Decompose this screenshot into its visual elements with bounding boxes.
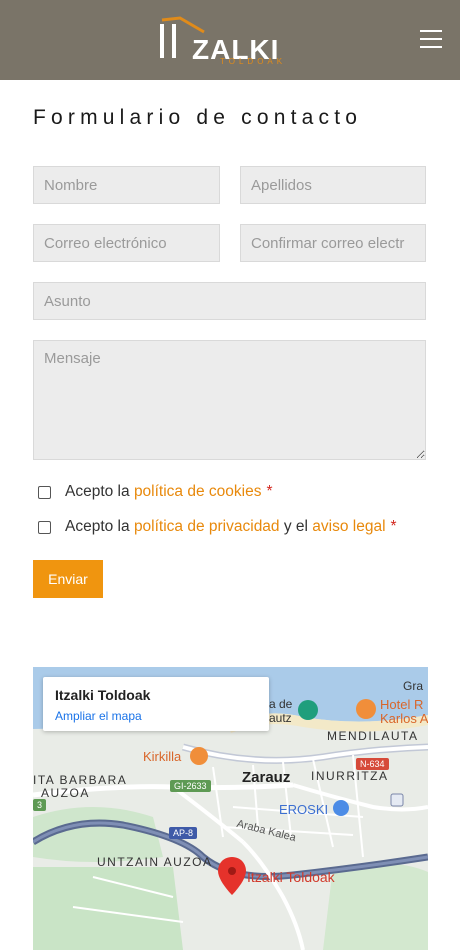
map-label-park: a de (269, 697, 293, 711)
map-label-mendilauta: MENDILAUTA (327, 729, 419, 743)
map-label-hotel: Hotel R (380, 697, 424, 712)
nombre-input[interactable] (33, 166, 220, 204)
map-label-park-2: autz (269, 711, 292, 725)
asunto-input[interactable] (33, 282, 426, 320)
map-label-santa-barbara: ITA BARBARA (33, 773, 128, 787)
email-input[interactable] (33, 224, 220, 262)
logo-subtext: TOLDOAK (220, 57, 287, 66)
map-label-town: Zarauz (242, 769, 291, 786)
privacy-consent-prefix: Acepto la (65, 518, 134, 535)
cookies-checkbox[interactable] (38, 485, 51, 499)
road-shield-ap: AP-8 (169, 827, 198, 839)
legal-notice-link[interactable]: aviso legal (312, 518, 385, 535)
enlarge-map-link[interactable]: Ampliar el mapa (55, 709, 257, 723)
restaurant-icon (190, 747, 208, 765)
map-label-gra: Gra (403, 679, 424, 693)
map-label-untzain: UNTZAIN AUZOA (97, 855, 213, 869)
map-label-inurritza: INURRITZA (311, 769, 389, 783)
required-marker: * (266, 483, 273, 500)
hotel-icon (356, 699, 376, 719)
map-label-auzoa: AUZOA (41, 786, 90, 800)
cookies-consent-prefix: Acepto la (65, 483, 134, 500)
site-header: ZALKI TOLDOAK (0, 0, 460, 80)
map-place-label[interactable]: Itzalki Toldoak (247, 869, 335, 885)
road-shield-gi: GI-2633 (170, 780, 211, 792)
bus-stop-icon (390, 793, 404, 807)
map-label-hotel-2: Karlos A (380, 711, 428, 726)
map-label-kirkilla: Kirkilla (143, 749, 182, 764)
shopping-icon (333, 800, 349, 816)
hamburger-icon[interactable] (420, 30, 446, 52)
privacy-consent-middle: y el (279, 518, 313, 535)
map-label-eroski: EROSKI (279, 802, 329, 817)
mensaje-textarea[interactable] (33, 340, 426, 460)
confirm-email-input[interactable] (240, 224, 426, 262)
location-map[interactable]: MENDILAUTA Zarauz INURRITZA ITA BARBARA … (33, 667, 428, 950)
privacy-checkbox[interactable] (38, 520, 51, 534)
road-shield-3: 3 (33, 799, 47, 811)
privacy-policy-link[interactable]: política de privacidad (134, 518, 280, 535)
submit-button[interactable]: Enviar (33, 560, 103, 598)
map-info-card: Itzalki Toldoak Ampliar el mapa (43, 677, 269, 731)
form-title: Formulario de contacto (33, 106, 363, 129)
map-card-title: Itzalki Toldoak (55, 687, 151, 703)
itzalki-logo[interactable]: ZALKI TOLDOAK (158, 14, 308, 70)
privacy-consent-row: Acepto la política de privacidad y el av… (38, 518, 397, 536)
park-icon (298, 700, 318, 720)
cookies-consent-row: Acepto la política de cookies * (38, 483, 273, 501)
apellidos-input[interactable] (240, 166, 426, 204)
cookies-policy-link[interactable]: política de cookies (134, 483, 262, 500)
required-marker: * (390, 518, 397, 535)
road-shield-n: N-634 (356, 758, 389, 770)
